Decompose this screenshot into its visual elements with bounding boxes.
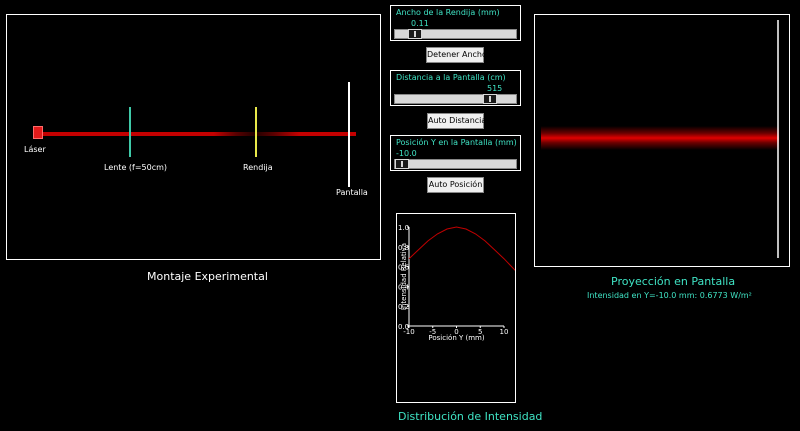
screen-label: Pantalla	[336, 188, 368, 197]
slit-width-label: Ancho de la Rendija (mm)	[396, 8, 500, 17]
intensity-chart: 0.00.20.40.60.81.0-10 -5 0 5 10Posición Y (m…	[398, 224, 515, 342]
auto-position-button[interactable]: Auto Posición	[427, 177, 484, 193]
slit-width-slider[interactable]	[394, 29, 517, 39]
distance-value: 515	[487, 84, 503, 93]
y-tick-label: 1.0	[398, 224, 409, 232]
screen-line	[348, 82, 350, 187]
slit-line	[255, 107, 257, 157]
slit-label: Rendija	[243, 163, 273, 172]
intensity-plot-panel: 0.0 0.2 0.4 0.6 0.8 1.0 -10 -5 0 5 10 Posición Y (m…	[396, 213, 516, 403]
distance-slider-thumb[interactable]	[482, 94, 497, 104]
x-tick-label: 10	[500, 328, 509, 336]
intensity-series-line	[408, 226, 515, 271]
x-axis-label: Posición Y (mm)	[428, 334, 484, 342]
stop-width-button[interactable]: Detener Ancho	[426, 47, 487, 63]
laser-label: Láser	[24, 145, 46, 154]
distance-control: Distancia a la Pantalla (cm) 515	[390, 70, 521, 106]
projection-band	[541, 126, 779, 150]
lens-line	[129, 107, 131, 157]
y-axis-label: Intensidad Relativa	[400, 243, 408, 310]
setup-panel: Láser Lente (f=50cm) Rendija Pantalla	[6, 14, 381, 260]
y-position-value: -10.0	[396, 149, 417, 158]
slit-width-value: 0.11	[411, 19, 429, 28]
projection-view	[541, 20, 779, 258]
slit-width-slider-thumb[interactable]	[407, 29, 422, 39]
distance-slider[interactable]	[394, 94, 517, 104]
x-tick-label: -10	[403, 328, 414, 336]
distance-label: Distancia a la Pantalla (cm)	[396, 73, 506, 82]
y-position-control: Posición Y en la Pantalla (mm) -10.0	[390, 135, 521, 171]
intensity-readout: Intensidad en Y=-10.0 mm: 0.6773 W/m²	[587, 291, 752, 300]
lens-label: Lente (f=50cm)	[104, 163, 168, 172]
projection-panel	[534, 14, 790, 267]
y-position-label: Posición Y en la Pantalla (mm)	[396, 138, 517, 147]
auto-distance-button[interactable]: Auto Distancia	[427, 113, 486, 129]
slit-width-control: Ancho de la Rendija (mm) 0.11	[390, 5, 521, 41]
laser-beam	[40, 132, 356, 136]
laser-source	[33, 126, 43, 139]
intensity-plot-caption: Distribución de Intensidad	[398, 410, 543, 423]
y-position-slider-thumb[interactable]	[395, 159, 409, 169]
setup-caption: Montaje Experimental	[147, 270, 268, 283]
y-position-slider[interactable]	[394, 159, 517, 169]
projection-caption: Proyección en Pantalla	[611, 275, 736, 288]
